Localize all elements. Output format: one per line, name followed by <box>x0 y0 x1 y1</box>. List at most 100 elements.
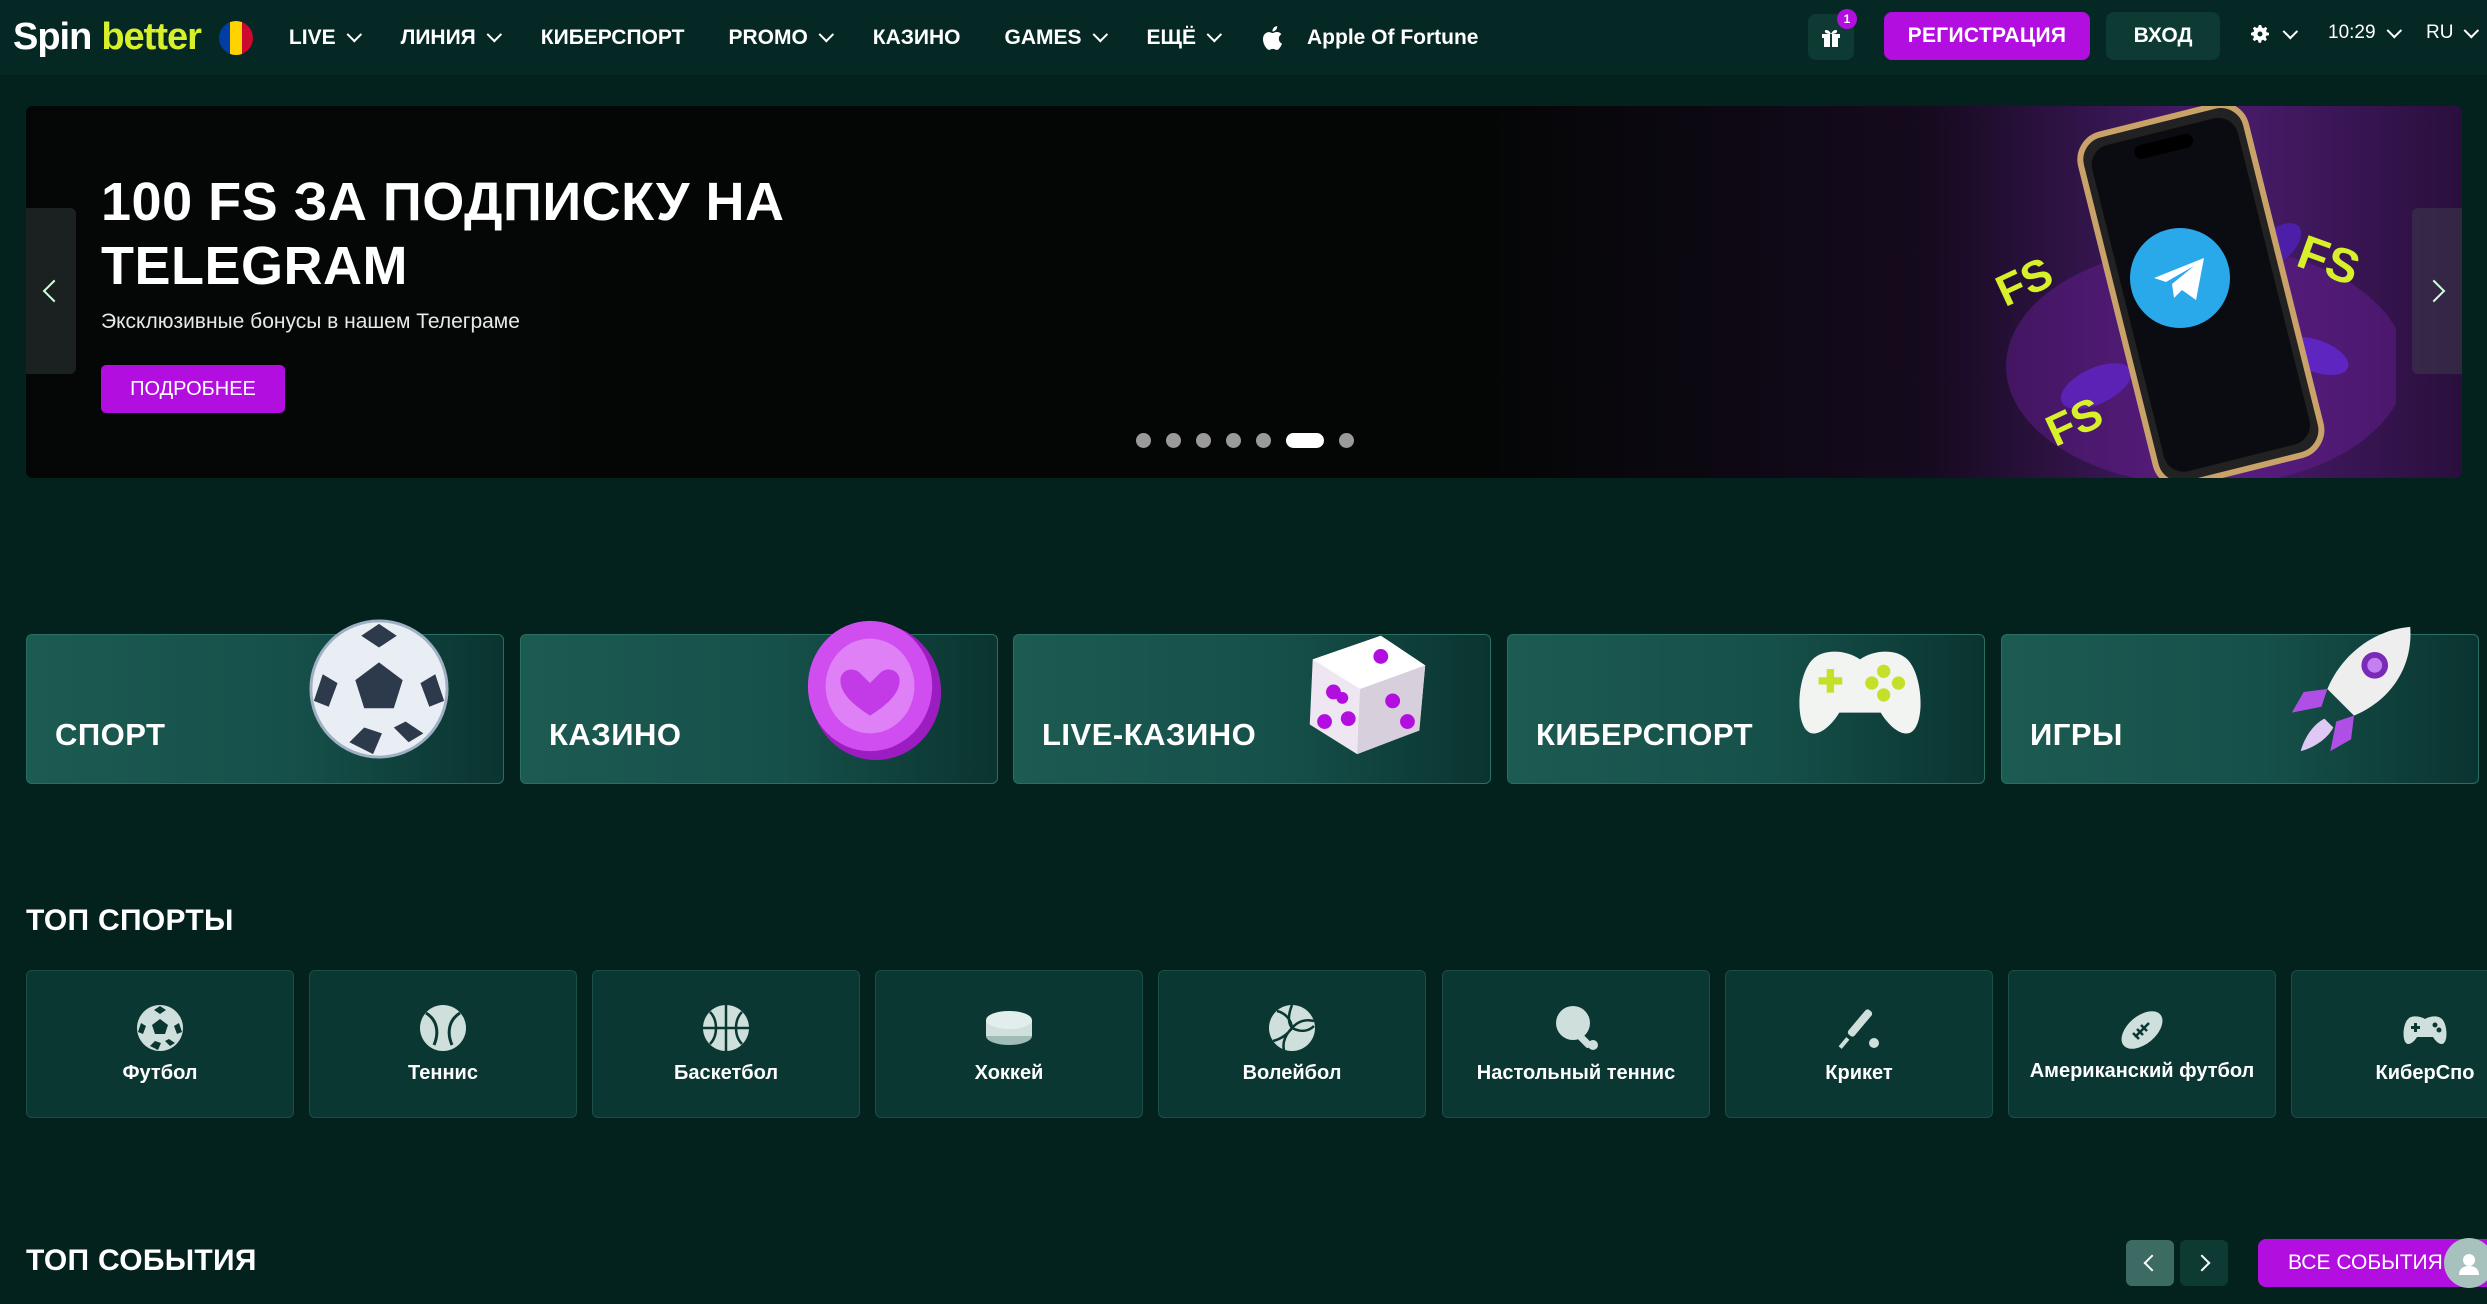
carousel-dot[interactable] <box>1256 433 1271 448</box>
chevron-right-icon <box>2193 1254 2211 1272</box>
sport-label: Теннис <box>408 1062 478 1084</box>
logo[interactable]: Spin better <box>13 16 202 58</box>
language-value: RU <box>2426 22 2454 43</box>
logo-text-spin: Spin <box>13 16 92 58</box>
category-label: СПОРТ <box>55 717 166 752</box>
language-dropdown[interactable]: RU <box>2426 22 2480 44</box>
nav-esports[interactable]: КИБЕРСПОРТ <box>541 26 685 50</box>
category-card-casino[interactable]: КАЗИНО <box>520 620 998 784</box>
support-agent-icon <box>2459 1254 2479 1275</box>
sport-label: Хоккей <box>974 1062 1044 1084</box>
sport-card-esports[interactable]: КиберСпо <box>2291 970 2487 1118</box>
settings-dropdown[interactable] <box>2248 22 2299 46</box>
events-next-button[interactable] <box>2180 1240 2228 1286</box>
sport-label: Баскетбол <box>673 1062 779 1084</box>
moldova-flag-icon[interactable] <box>218 20 253 55</box>
nav-live[interactable]: LIVE <box>288 25 362 50</box>
banner-next-button[interactable] <box>2412 208 2462 374</box>
top-events-title: ТОП СОБЫТИЯ <box>26 1244 257 1277</box>
hockey-puck-icon <box>986 1011 1032 1045</box>
sport-card-table-tennis[interactable]: Настольный теннис <box>1442 970 1710 1118</box>
category-card-sport[interactable]: СПОРТ <box>26 619 504 784</box>
nav-games[interactable]: GAMES <box>1004 25 1108 50</box>
casino-chip-icon <box>807 620 942 761</box>
gift-button[interactable]: 1 <box>1808 9 1857 60</box>
main-nav: LIVE ЛИНИЯ КИБЕРСПОРТ PROMO КАЗИНО GAMES… <box>289 0 1479 75</box>
carousel-dot[interactable] <box>1136 433 1151 448</box>
logo-text-better: better <box>101 16 202 58</box>
volleyball-icon <box>1269 1004 1315 1051</box>
nav-label: PROMO <box>728 25 808 49</box>
category-label: КАЗИНО <box>549 717 682 752</box>
nav-apple-of-fortune[interactable]: Apple Of Fortune <box>1261 24 1479 52</box>
banner-subtitle: Эксклюзивные бонусы в нашем Телеграме <box>101 310 520 333</box>
category-label: LIVE-КАЗИНО <box>1042 717 1257 752</box>
football-icon <box>137 1005 183 1051</box>
top-header: Spin better LIVE ЛИНИЯ КИБЕРСПОРТ PROMO … <box>0 0 2487 75</box>
apple-icon <box>1263 25 1282 50</box>
events-prev-button[interactable] <box>2126 1240 2174 1286</box>
chevron-down-icon <box>486 26 502 43</box>
banner-more-button[interactable]: ПОДРОБНЕЕ <box>101 365 285 413</box>
gift-badge: 1 <box>1837 9 1857 29</box>
chevron-right-icon <box>2422 279 2446 303</box>
sport-card-cricket[interactable]: Крикет <box>1725 970 1993 1118</box>
american-football-icon <box>2121 1011 2163 1049</box>
category-cards: СПОРТ КАЗИНО LIVE-КАЗИНО КИБЕРСПОРТ ИГРЫ <box>26 619 2487 786</box>
nav-label: LIVE <box>288 25 336 49</box>
category-card-games[interactable]: ИГРЫ <box>2001 626 2479 784</box>
gamepad-icon <box>1799 651 1921 734</box>
chevron-down-icon <box>818 26 834 43</box>
banner-prev-button[interactable] <box>26 208 76 374</box>
sport-card-basketball[interactable]: Баскетбол <box>592 970 860 1118</box>
rocket-icon <box>2291 626 2411 752</box>
chevron-down-icon <box>2464 22 2480 38</box>
nav-promo[interactable]: PROMO <box>728 25 834 50</box>
chevron-down-icon <box>346 26 362 43</box>
time-dropdown[interactable]: 10:29 <box>2328 22 2402 44</box>
nav-featured-label: Apple Of Fortune <box>1307 25 1479 49</box>
nav-more[interactable]: ЕЩЁ <box>1147 26 1223 50</box>
nav-label: ЛИНИЯ <box>400 25 476 49</box>
chevron-left-icon <box>2143 1254 2161 1272</box>
top-sports-list: Футбол Теннис Баскетбол Хоккей Волейбол <box>26 970 2487 1120</box>
carousel-dot[interactable] <box>1339 433 1354 448</box>
top-sports-title: ТОП СПОРТЫ <box>26 904 234 937</box>
chevron-left-icon <box>42 279 66 303</box>
basketball-icon <box>703 1005 749 1051</box>
nav-casino[interactable]: КАЗИНО <box>873 26 961 50</box>
sport-card-hockey[interactable]: Хоккей <box>875 970 1143 1118</box>
dice-icon <box>1309 635 1426 755</box>
category-card-live-casino[interactable]: LIVE-КАЗИНО <box>1013 634 1491 784</box>
carousel-dot[interactable] <box>1226 433 1241 448</box>
sport-card-volleyball[interactable]: Волейбол <box>1158 970 1426 1118</box>
nav-label: GAMES <box>1004 25 1082 49</box>
nav-label: КИБЕРСПОРТ <box>540 25 685 49</box>
sport-card-football[interactable]: Футбол <box>26 970 294 1118</box>
gear-icon <box>2251 25 2269 43</box>
carousel-dot[interactable] <box>1166 433 1181 448</box>
sport-card-american-football[interactable]: Американский футбол <box>2008 970 2276 1118</box>
sport-label: Волейбол <box>1242 1062 1342 1084</box>
time-value: 10:29 <box>2328 22 2376 43</box>
sport-card-tennis[interactable]: Теннис <box>309 970 577 1118</box>
table-tennis-icon <box>1556 1006 1598 1050</box>
soccer-ball-icon <box>309 619 449 759</box>
support-chat-button[interactable] <box>2444 1238 2487 1288</box>
category-label: ИГРЫ <box>2030 717 2123 752</box>
nav-line[interactable]: ЛИНИЯ <box>400 25 502 50</box>
carousel-dot[interactable] <box>1196 433 1211 448</box>
sport-label: Настольный теннис <box>1476 1062 1676 1084</box>
login-button[interactable]: ВХОД <box>2106 12 2220 60</box>
tennis-icon <box>420 1005 466 1051</box>
promo-banner: 100 FS ЗА ПОДПИСКУ НА TELEGRAM Эксклюзив… <box>26 106 2462 478</box>
category-card-esports[interactable]: КИБЕРСПОРТ <box>1507 634 1985 784</box>
sport-label: Футбол <box>122 1062 198 1084</box>
register-button[interactable]: РЕГИСТРАЦИЯ <box>1884 12 2090 60</box>
sport-label: КиберСпо <box>2375 1062 2475 1084</box>
gift-icon <box>1822 29 1840 47</box>
carousel-dot-active[interactable] <box>1286 433 1324 448</box>
chevron-down-icon <box>1206 26 1223 43</box>
chevron-down-icon <box>1092 26 1108 43</box>
telegram-phone-illustration: FS FS FS <box>1989 106 2396 478</box>
